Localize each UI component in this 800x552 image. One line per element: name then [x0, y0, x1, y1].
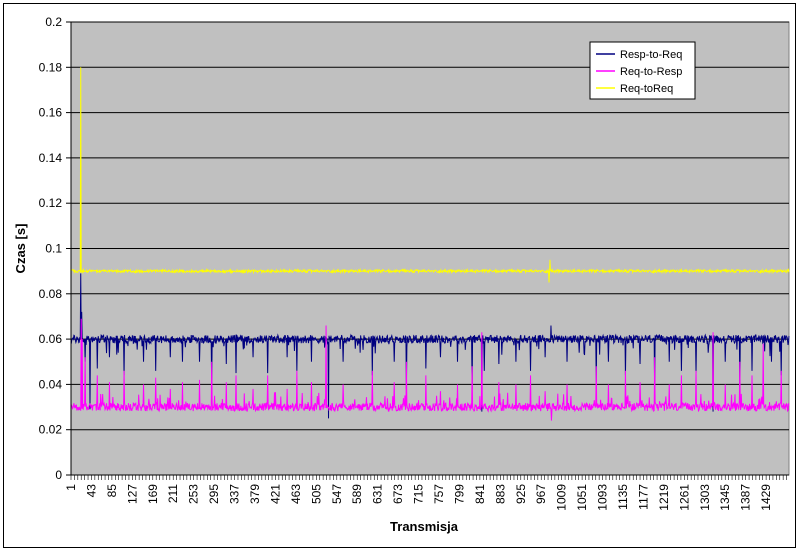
y-tick-label: 0.08 — [39, 287, 63, 301]
x-tick-label: 799 — [452, 484, 466, 504]
x-tick-label: 1 — [64, 484, 78, 491]
legend-label: Req-to-Resp — [620, 66, 682, 78]
legend-label: Req-toReq — [620, 83, 673, 95]
x-tick-label: 1345 — [718, 484, 732, 511]
x-tick-label: 379 — [248, 484, 262, 504]
x-tick-label: 505 — [309, 484, 323, 504]
x-tick-label: 841 — [473, 484, 487, 504]
y-tick-label: 0.18 — [39, 60, 63, 74]
legend: Resp-to-Req Req-to-Resp Req-toReq — [589, 41, 696, 100]
x-tick-label: 1387 — [739, 484, 753, 511]
y-axis: 0 0.02 0.04 0.06 0.08 0.1 0.12 0.14 0.16 0.18 0.2 — [39, 15, 72, 482]
x-tick-label: 631 — [371, 484, 385, 504]
x-tick-label: 337 — [228, 484, 242, 504]
x-tick-label: 463 — [289, 484, 303, 504]
x-tick-label: 1261 — [677, 484, 691, 511]
y-tick-label: 0.04 — [39, 377, 63, 391]
y-tick-label: 0.06 — [39, 332, 63, 346]
x-tick-label: 253 — [187, 484, 201, 504]
y-tick-label: 0.16 — [39, 106, 63, 120]
x-axis: 1 43 85 127 169 211 253 295 337 379 421 463 505 547 58… — [64, 474, 789, 511]
y-axis-title: Czas [s] — [13, 224, 28, 274]
x-tick-label: 925 — [514, 484, 528, 504]
line-chart: 00.020.040.060.080.10.120.140.160.180.2 … — [13, 15, 790, 534]
x-tick-label: 1135 — [616, 484, 630, 510]
x-axis-title: Transmisja — [390, 519, 459, 534]
x-tick-label: 1303 — [698, 484, 712, 511]
x-tick-label: 883 — [493, 484, 507, 504]
x-tick-label: 295 — [207, 484, 221, 504]
x-tick-marks — [70, 475, 787, 480]
x-tick-label: 1051 — [575, 484, 589, 511]
y-tick-label: 0.1 — [45, 242, 62, 256]
x-tick-label: 1429 — [759, 484, 773, 511]
x-tick-label: 757 — [432, 484, 446, 504]
legend-label: Resp-to-Req — [620, 49, 682, 61]
x-tick-label: 127 — [125, 484, 139, 504]
x-tick-label: 211 — [166, 484, 180, 503]
x-tick-label: 169 — [146, 484, 160, 504]
x-tick-label: 673 — [391, 484, 405, 504]
x-tick-label: 1093 — [596, 484, 610, 511]
x-tick-label: 715 — [412, 484, 426, 504]
x-tick-label: 1009 — [555, 484, 569, 511]
x-tick-label: 589 — [350, 484, 364, 504]
x-tick-label: 421 — [268, 484, 282, 504]
x-tick-label: 1219 — [657, 484, 671, 511]
y-tick-label: 0 — [55, 468, 62, 482]
x-tick-label: 967 — [534, 484, 548, 504]
y-tick-label: 0.02 — [39, 423, 63, 437]
x-tick-label: 43 — [84, 484, 98, 498]
y-tick-label: 0.14 — [39, 151, 63, 165]
x-tick-label: 547 — [330, 484, 344, 504]
x-tick-label: 85 — [105, 484, 119, 498]
x-tick-label: 1177 — [636, 484, 650, 510]
y-tick-label: 0.2 — [45, 15, 62, 29]
y-tick-label: 0.12 — [39, 196, 63, 210]
